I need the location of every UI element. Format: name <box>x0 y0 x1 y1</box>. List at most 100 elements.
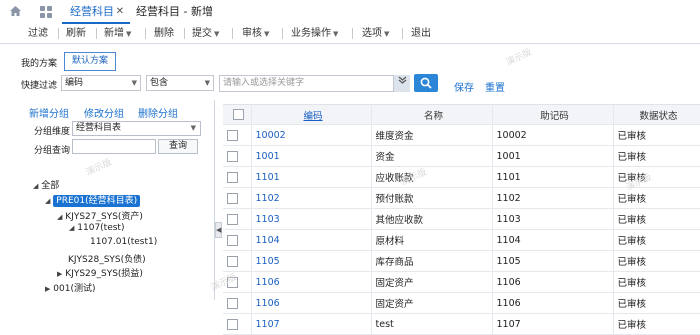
toolbar-divider <box>184 28 185 39</box>
table-header-row: 编码 名称 助记码 数据状态 <box>223 104 700 125</box>
chevron-down-icon: ▼ <box>204 79 210 87</box>
column-header-status[interactable]: 数据状态 <box>613 104 700 125</box>
row-checkbox[interactable] <box>223 145 252 167</box>
row-checkbox[interactable] <box>223 187 252 209</box>
tree-node-1107-01[interactable]: 1107.01(test1) <box>90 237 157 247</box>
table-row[interactable]: 1106 固定资产 1106 已审核 <box>223 271 700 293</box>
column-header-mnemonic[interactable]: 助记码 <box>492 104 614 125</box>
default-scheme-button[interactable]: 默认方案 <box>64 52 116 71</box>
delete-button[interactable]: 删除 <box>154 24 174 43</box>
column-header-code[interactable]: 编码 <box>251 104 372 125</box>
cell-code[interactable]: 1101 <box>251 166 372 188</box>
business-label: 业务操作 <box>291 28 331 39</box>
home-icon[interactable] <box>9 5 22 20</box>
add-label: 新增 <box>104 28 124 39</box>
tree-node-label: PRE01(经营科目表) <box>53 195 141 207</box>
business-menu[interactable]: 业务操作 ▼ <box>291 24 338 43</box>
apps-icon[interactable] <box>40 6 52 21</box>
reset-filter-link[interactable]: 重置 <box>485 79 505 94</box>
cell-status: 已审核 <box>613 208 700 230</box>
cell-name: 固定资产 <box>371 292 493 314</box>
cell-name: 预付账款 <box>371 187 493 209</box>
caret-down-icon: ◢ <box>45 197 51 205</box>
cell-code[interactable]: 1103 <box>251 208 372 230</box>
table-row[interactable]: 1107 test 1107 已审核 <box>223 313 700 335</box>
group-dimension-value: 经营科目表 <box>76 123 122 133</box>
table-row[interactable]: 1103 其他应收款 1103 已审核 <box>223 208 700 230</box>
cell-mnemonic: 1105 <box>492 250 614 272</box>
tree-node-kjys29[interactable]: ▶ KJYS29_SYS(损益) <box>57 266 143 279</box>
cell-code[interactable]: 1107 <box>251 313 372 335</box>
keyword-input[interactable]: 请输入或选择关键字 <box>219 75 410 92</box>
row-checkbox[interactable] <box>223 229 252 251</box>
row-checkbox[interactable] <box>223 166 252 188</box>
cell-name: test <box>371 313 493 335</box>
cell-code[interactable]: 10002 <box>251 124 372 146</box>
group-dimension-select[interactable]: 经营科目表 ▼ <box>72 121 201 136</box>
cell-mnemonic: 1001 <box>492 145 614 167</box>
row-checkbox[interactable] <box>223 313 252 335</box>
tree-node-kjys28[interactable]: KJYS28_SYS(负债) <box>68 252 146 265</box>
table-row[interactable]: 1101 应收账款 1101 已审核 <box>223 166 700 188</box>
table-row[interactable]: 1104 原材料 1104 已审核 <box>223 229 700 251</box>
edit-group-link[interactable]: 修改分组 <box>84 105 124 120</box>
account-table: 编码 名称 助记码 数据状态 10002 维度资金 10002 已审核 1001 资金 10… <box>223 104 700 335</box>
close-icon[interactable]: ✕ <box>116 0 124 24</box>
cell-name: 固定资产 <box>371 271 493 293</box>
audit-label: 审核 <box>242 28 262 39</box>
select-all-checkbox[interactable] <box>223 104 252 125</box>
tree-node-kjys27[interactable]: ◢ KJYS27_SYS(资产) <box>57 209 143 222</box>
tree-node-1107[interactable]: ◢ 1107(test) <box>69 223 124 233</box>
tree-node-pre01[interactable]: ◢ PRE01(经营科目表) <box>45 193 141 207</box>
toolbar-divider <box>232 28 233 39</box>
cell-code[interactable]: 1001 <box>251 145 372 167</box>
cell-status: 已审核 <box>613 124 700 146</box>
row-checkbox[interactable] <box>223 124 252 146</box>
group-query-input[interactable] <box>72 139 156 154</box>
table-row[interactable]: 1105 库存商品 1105 已审核 <box>223 250 700 272</box>
row-checkbox[interactable] <box>223 250 252 272</box>
row-checkbox[interactable] <box>223 271 252 293</box>
tree-node-label: 全部 <box>41 181 60 191</box>
options-menu[interactable]: 选项 ▼ <box>362 24 389 43</box>
cell-code[interactable]: 1105 <box>251 250 372 272</box>
exit-button[interactable]: 退出 <box>411 24 431 43</box>
delete-group-link[interactable]: 删除分组 <box>138 105 178 120</box>
tab-account-new[interactable]: 经营科目 - 新增 <box>136 0 213 24</box>
tab-account-list[interactable]: 经营科目 ✕ <box>62 0 130 24</box>
audit-menu[interactable]: 审核 ▼ <box>242 24 269 43</box>
cell-code[interactable]: 1102 <box>251 187 372 209</box>
search-button[interactable] <box>414 74 438 92</box>
toolbar-divider <box>96 28 97 39</box>
caret-down-icon: ◢ <box>33 182 39 190</box>
table-row[interactable]: 1106 固定资产 1106 已审核 <box>223 292 700 314</box>
chevron-down-icon: ▼ <box>384 30 390 38</box>
cell-code[interactable]: 1106 <box>251 292 372 314</box>
filter-button[interactable]: 过滤 <box>28 24 48 43</box>
table-row[interactable]: 1001 资金 1001 已审核 <box>223 145 700 167</box>
table-row[interactable]: 10002 维度资金 10002 已审核 <box>223 124 700 146</box>
cell-code[interactable]: 1104 <box>251 229 372 251</box>
tree-node-all[interactable]: ◢ 全部 <box>33 178 59 191</box>
save-filter-link[interactable]: 保存 <box>454 79 474 94</box>
group-query-button[interactable]: 查询 <box>158 139 198 154</box>
keyword-dropdown-icon[interactable] <box>393 75 410 92</box>
add-menu[interactable]: 新增 ▼ <box>104 24 131 43</box>
refresh-button[interactable]: 刷新 <box>66 24 86 43</box>
filter-field-select[interactable]: 编码 ▼ <box>61 75 141 91</box>
tree-node-001[interactable]: ▶ 001(测试) <box>45 281 95 294</box>
row-checkbox[interactable] <box>223 208 252 230</box>
submit-menu[interactable]: 提交 ▼ <box>192 24 219 43</box>
add-group-link[interactable]: 新增分组 <box>29 105 69 120</box>
cell-name: 库存商品 <box>371 250 493 272</box>
cell-code[interactable]: 1106 <box>251 271 372 293</box>
cell-name: 资金 <box>371 145 493 167</box>
quick-filter-label: 快捷过滤 <box>21 81 58 91</box>
column-header-name[interactable]: 名称 <box>371 104 493 125</box>
table-row[interactable]: 1102 预付账款 1102 已审核 <box>223 187 700 209</box>
collapse-panel-icon[interactable]: ◀ <box>215 222 222 238</box>
chevron-down-icon: ▼ <box>190 124 196 132</box>
filter-operator-select[interactable]: 包含 ▼ <box>146 75 214 91</box>
cell-mnemonic: 1104 <box>492 229 614 251</box>
row-checkbox[interactable] <box>223 292 252 314</box>
